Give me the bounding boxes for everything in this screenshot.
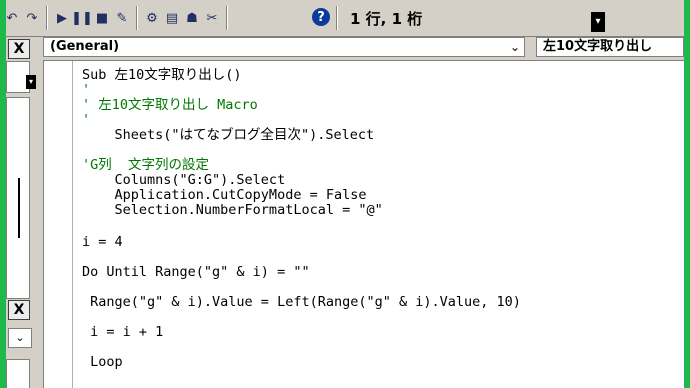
pause-icon[interactable]: ❚❚ [71,8,93,28]
properties-pane-close-button[interactable]: X [8,300,30,320]
project-explorer-icon[interactable]: ⚙ [142,8,162,28]
properties-object-combo[interactable]: ⌄ [8,328,32,348]
properties-icon[interactable]: ▤ [162,8,182,28]
properties-grid[interactable] [6,359,30,388]
standard-toolbar: ↶ ↷ ▶ ❚❚ ■ ✎ ⚙ ▤ ☗ ✂ ? 1 行, 1 桁 ▾ [6,0,684,37]
code-line[interactable]: Sheets("はてなブログ全目次").Select [82,128,375,142]
project-tree-body[interactable] [6,97,30,299]
code-window-combos: (General) ⌄ 左10文字取り出し [43,37,684,59]
procedure-combo[interactable]: 左10文字取り出し [536,37,684,57]
chevron-down-icon[interactable]: ⌄ [506,38,524,56]
redo-icon[interactable]: ↷ [22,8,42,28]
object-combo[interactable]: (General) ⌄ [43,37,525,57]
object-browser-icon[interactable]: ☗ [182,8,202,28]
design-mode-icon[interactable]: ✎ [112,8,132,28]
vba-editor-window: ↶ ↷ ▶ ❚❚ ■ ✎ ⚙ ▤ ☗ ✂ ? 1 行, 1 桁 ▾ X ▾ X … [6,0,684,388]
code-line[interactable]: Sub 左10文字取り出し() [82,68,242,82]
code-line[interactable]: Selection.NumberFormatLocal = "@" [82,203,383,217]
code-line[interactable]: ' 左10文字取り出し Macro [82,98,258,112]
code-line[interactable]: 'G列 文字列の設定 [82,158,209,172]
undo-icon[interactable]: ↶ [6,8,22,28]
toolbar-separator [226,6,228,30]
code-line[interactable]: i = i + 1 [82,325,163,339]
object-combo-value: (General) [50,39,120,54]
cursor-position-readout: 1 行, 1 桁 [350,10,423,28]
code-editor[interactable]: Sub 左10文字取り出し() ' ' 左10文字取り出し Macro ' Sh… [43,60,684,388]
toolbox-icon[interactable]: ✂ [202,8,222,28]
toolbar-separator [336,6,338,30]
help-icon[interactable]: ? [312,8,330,26]
code-line[interactable]: Do Until Range("g" & i) = "" [82,265,310,279]
margin-indicator-bar [72,61,73,388]
pane-dropdown-arrow[interactable]: ▾ [26,75,36,89]
code-line[interactable]: ' [82,83,90,97]
code-line[interactable]: Application.CutCopyMode = False [82,188,367,202]
project-pane-close-button[interactable]: X [8,39,30,59]
procedure-combo-value: 左10文字取り出し [543,39,653,54]
toolbar-options-dropdown[interactable]: ▾ [591,12,605,32]
left-docked-panels: X ▾ X ⌄ [6,37,36,388]
stop-icon[interactable]: ■ [92,8,112,28]
run-icon[interactable]: ▶ [52,8,72,28]
toolbar-separator [46,6,48,30]
code-line[interactable]: Range("g" & i).Value = Left(Range("g" & … [82,295,521,309]
code-line[interactable]: Loop [82,355,123,369]
toolbar-separator [136,6,138,30]
code-line[interactable]: ' [82,113,90,127]
code-line[interactable]: i = 4 [82,235,123,249]
code-line[interactable]: Columns("G:G").Select [82,173,286,187]
tree-scroll-indicator [18,178,20,238]
